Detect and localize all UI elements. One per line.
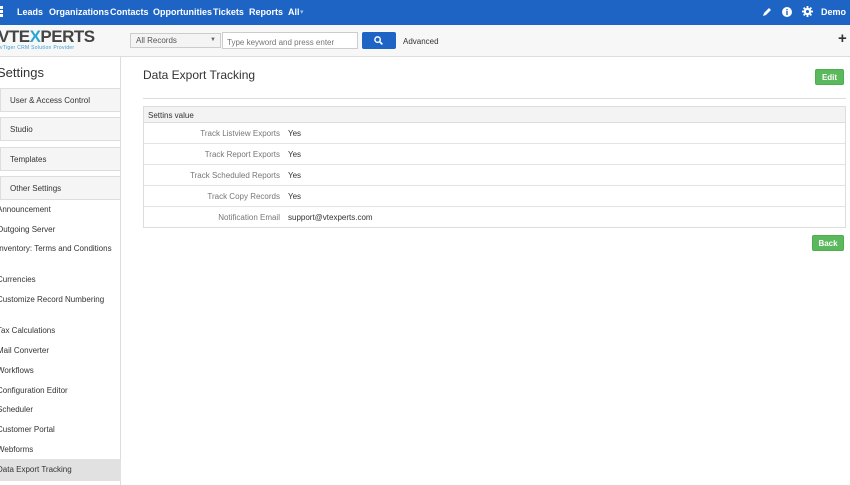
- sidebar-item-webforms[interactable]: Webforms: [0, 444, 115, 455]
- records-select[interactable]: All Records ▼: [130, 33, 221, 48]
- gear-icon[interactable]: [802, 6, 813, 17]
- vtexperts-logo[interactable]: VTEXPERTS vTiger CRM Solution Provider: [0, 27, 98, 53]
- sidebar-section-other-settings[interactable]: Other Settings: [0, 176, 121, 200]
- table-row: Track Copy Records Yes: [144, 186, 845, 207]
- nav-leads[interactable]: Leads: [17, 7, 43, 17]
- sidebar-item-label: Data Export Tracking: [0, 465, 72, 474]
- sidebar-item-data-export-tracking[interactable]: Data Export Tracking: [0, 459, 121, 481]
- field-label: Track Copy Records: [207, 192, 280, 201]
- page-title: Data Export Tracking: [143, 68, 256, 82]
- sidebar-item-scheduler[interactable]: Scheduler: [0, 404, 115, 415]
- search-button[interactable]: [362, 32, 396, 49]
- home-icon[interactable]: [0, 6, 6, 17]
- field-label: Track Listview Exports: [200, 129, 280, 138]
- caret-down-icon: ▼: [210, 37, 216, 43]
- table-row: Track Listview Exports Yes: [144, 123, 845, 144]
- field-label: Track Report Exports: [204, 150, 280, 159]
- sidebar-title: Settings: [0, 65, 44, 80]
- records-select-value: All Records: [136, 36, 177, 45]
- nav-contacts[interactable]: Contacts: [110, 7, 149, 17]
- pencil-icon[interactable]: [762, 7, 772, 17]
- sidebar-item-customize-record-numbering[interactable]: Customize Record Numbering: [0, 294, 115, 305]
- field-label: Track Scheduled Reports: [190, 171, 280, 180]
- nav-opportunities[interactable]: Opportunities: [153, 7, 212, 17]
- field-value: Yes: [288, 150, 302, 159]
- sidebar-item-outgoing-server[interactable]: Outgoing Server: [0, 224, 115, 235]
- settings-sidebar: Settings User & Access Control Studio Te…: [0, 57, 121, 485]
- logo-brand: VTEXPERTS: [0, 27, 95, 46]
- plus-icon[interactable]: +: [838, 30, 847, 47]
- sidebar-item-tax-calculations[interactable]: Tax Calculations: [0, 325, 115, 336]
- nav-reports[interactable]: Reports: [249, 7, 283, 17]
- top-navbar: Leads Organizations Contacts Opportuniti…: [0, 0, 850, 25]
- chevron-down-icon[interactable]: ▾: [300, 8, 304, 16]
- field-value: Yes: [288, 192, 302, 201]
- user-menu[interactable]: Demo: [821, 7, 846, 17]
- advanced-search-link[interactable]: Advanced: [403, 37, 439, 46]
- search-icon: [374, 36, 383, 45]
- info-icon[interactable]: [782, 7, 792, 17]
- field-value: Yes: [288, 171, 302, 180]
- sidebar-item-mail-converter[interactable]: Mail Converter: [0, 345, 115, 356]
- sidebar-item-configuration-editor[interactable]: Configuration Editor: [0, 385, 115, 396]
- field-label: Notification Email: [218, 213, 280, 222]
- field-value: support@vtexperts.com: [288, 213, 373, 222]
- sidebar-item-customer-portal[interactable]: Customer Portal: [0, 424, 115, 435]
- sidebar-item-announcement[interactable]: Announcement: [0, 204, 115, 215]
- table-row: Notification Email support@vtexperts.com: [144, 207, 845, 228]
- back-button[interactable]: Back: [812, 235, 844, 251]
- sidebar-item-workflows[interactable]: Workflows: [0, 365, 115, 376]
- sidebar-item-currencies[interactable]: Currencies: [0, 274, 115, 285]
- nav-organizations[interactable]: Organizations: [49, 7, 109, 17]
- search-input[interactable]: [222, 32, 358, 49]
- nav-all[interactable]: All: [288, 7, 300, 17]
- edit-button[interactable]: Edit: [815, 69, 844, 85]
- logo-tagline: vTiger CRM Solution Provider: [0, 45, 75, 51]
- nav-tickets[interactable]: Tickets: [213, 7, 244, 17]
- settings-panel: Settins value Track Listview Exports Yes…: [143, 106, 846, 228]
- sidebar-item-inventory-terms[interactable]: Inventory: Terms and Conditions: [0, 243, 115, 254]
- sidebar-section-studio[interactable]: Studio: [0, 117, 121, 141]
- field-value: Yes: [288, 129, 302, 138]
- panel-heading: Settins value: [144, 107, 845, 123]
- sidebar-section-templates[interactable]: Templates: [0, 147, 121, 171]
- table-row: Track Scheduled Reports Yes: [144, 165, 845, 186]
- sidebar-section-user-access-control[interactable]: User & Access Control: [0, 88, 121, 112]
- divider: [143, 98, 846, 99]
- table-row: Track Report Exports Yes: [144, 144, 845, 165]
